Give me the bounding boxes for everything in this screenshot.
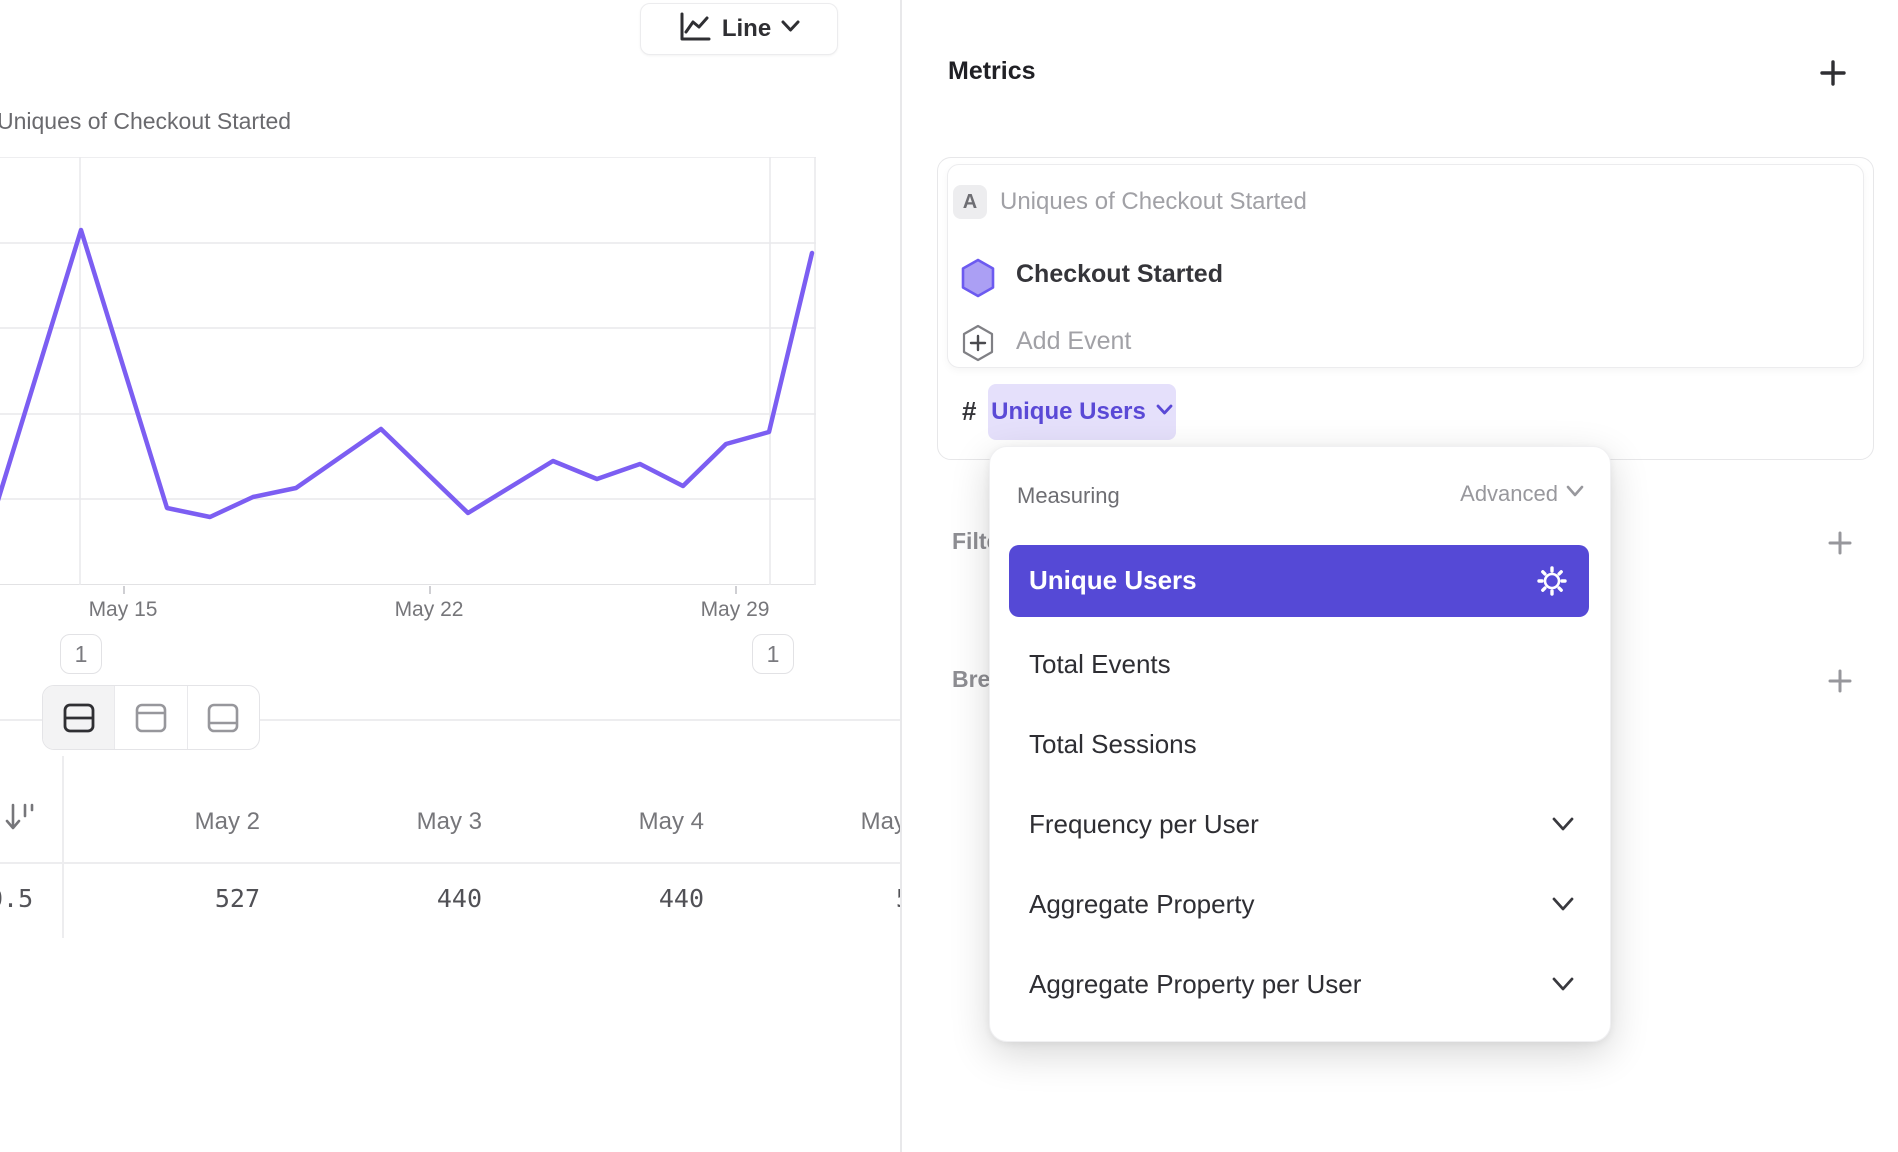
table-column-header[interactable]: May 5 — [742, 808, 900, 836]
line-chart — [0, 157, 816, 585]
measuring-label: Measuring — [1017, 483, 1120, 509]
pane-divider — [900, 0, 902, 1152]
chart-pane: Line Uniques of Checkout Started 1 1 — [0, 0, 900, 1152]
metric-row-title[interactable]: Uniques of Checkout Started — [1000, 188, 1307, 216]
dropdown-option-frequency-per-user[interactable]: Frequency per User — [1029, 809, 1259, 840]
table-cell: 51 — [742, 884, 900, 913]
event-hexagon-icon — [960, 258, 996, 303]
metric-letter-badge: A — [953, 185, 987, 219]
x-axis-tick — [735, 586, 737, 594]
add-breakdown-button[interactable] — [1828, 669, 1852, 698]
measurement-chip-label: Unique Users — [991, 398, 1146, 426]
table-column-divider — [62, 756, 64, 938]
advanced-label: Advanced — [1460, 481, 1558, 507]
table-cell: 440 — [298, 884, 482, 913]
chart-type-label: Line — [722, 15, 771, 43]
split-view-button[interactable] — [43, 686, 114, 749]
x-axis-label: May 22 — [359, 598, 499, 622]
event-name[interactable]: Checkout Started — [1016, 260, 1223, 289]
add-event-icon[interactable] — [961, 324, 995, 367]
table-cell: 440 — [520, 884, 704, 913]
table-bottom-view-icon — [205, 702, 241, 734]
chart-title: Uniques of Checkout Started — [0, 108, 291, 135]
table-sticky-value: 0.5 — [0, 884, 33, 913]
dropdown-option-unique-users[interactable]: Unique Users — [1029, 565, 1197, 596]
split-view-icon — [61, 702, 97, 734]
chart-type-button[interactable]: Line — [640, 3, 838, 55]
chevron-down-icon[interactable] — [1552, 977, 1574, 997]
chevron-down-icon — [781, 20, 800, 38]
x-axis-label: May 29 — [665, 598, 805, 622]
chevron-down-icon — [1156, 403, 1173, 421]
add-metric-button[interactable] — [1820, 60, 1846, 91]
sort-descending-icon[interactable] — [4, 800, 34, 839]
plus-icon — [1828, 531, 1852, 555]
annotation-badge[interactable]: 1 — [752, 634, 794, 674]
dropdown-option-aggregate-property[interactable]: Aggregate Property — [1029, 889, 1254, 920]
dropdown-option-total-sessions[interactable]: Total Sessions — [1029, 729, 1197, 760]
add-filter-button[interactable] — [1828, 531, 1852, 560]
insights-report-view: Line Uniques of Checkout Started 1 1 — [0, 0, 1898, 1152]
x-axis-tick — [429, 586, 431, 594]
table-column-header[interactable]: May 4 — [520, 808, 704, 836]
annotation-badge[interactable]: 1 — [60, 634, 102, 674]
dropdown-option-aggregate-property-per-user[interactable]: Aggregate Property per User — [1029, 969, 1361, 1000]
table-cell: 527 — [76, 884, 260, 913]
chart-only-view-button[interactable] — [114, 686, 186, 749]
chevron-down-icon[interactable] — [1552, 817, 1574, 837]
plus-icon — [1820, 60, 1846, 86]
chevron-down-icon[interactable] — [1552, 897, 1574, 917]
advanced-toggle[interactable]: Advanced — [1400, 481, 1584, 507]
add-event-label[interactable]: Add Event — [1016, 327, 1131, 356]
line-chart-icon — [678, 11, 712, 48]
table-column-header[interactable]: May 2 — [76, 808, 260, 836]
chevron-down-icon — [1566, 485, 1584, 503]
table-top-view-icon — [133, 702, 169, 734]
x-axis-label: May 15 — [53, 598, 193, 622]
table-header-divider — [0, 862, 900, 864]
plus-icon — [1828, 669, 1852, 693]
layout-toggle-group — [42, 685, 260, 750]
table-only-view-button[interactable] — [187, 686, 259, 749]
dropdown-option-total-events[interactable]: Total Events — [1029, 649, 1171, 680]
measurement-chip[interactable]: Unique Users — [988, 384, 1176, 440]
x-axis-tick — [123, 586, 125, 594]
table-column-header[interactable]: May 3 — [298, 808, 482, 836]
measure-type-symbol: # — [962, 396, 976, 427]
gear-icon[interactable] — [1537, 566, 1567, 601]
metrics-heading: Metrics — [948, 57, 1036, 86]
